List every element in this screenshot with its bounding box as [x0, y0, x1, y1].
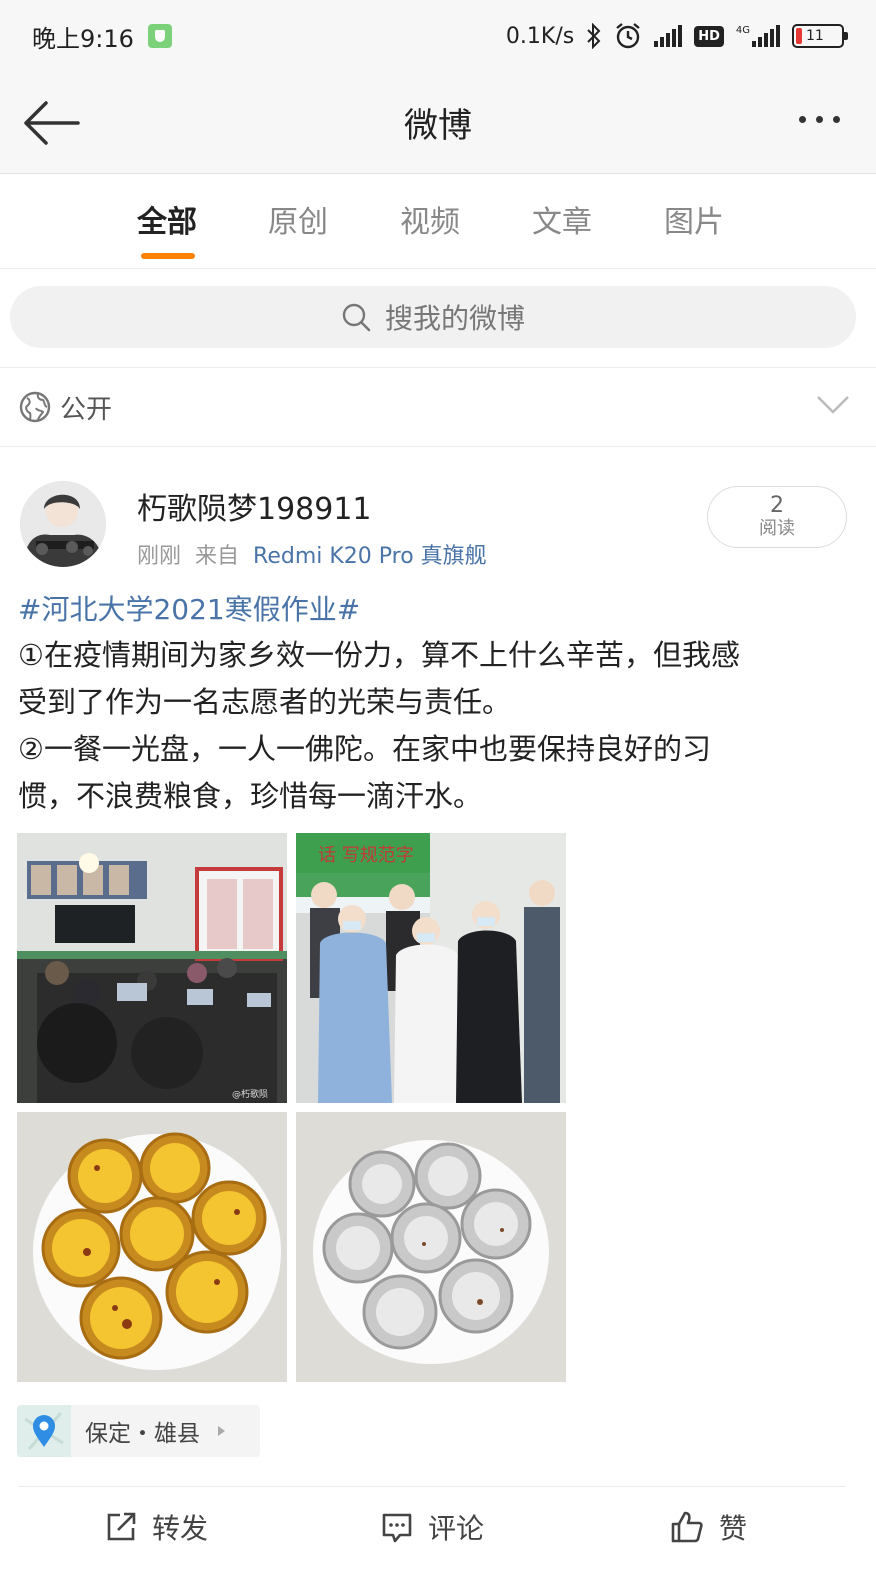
comment-button[interactable]: 评论: [294, 1507, 570, 1547]
tab-pictures[interactable]: 图片: [644, 197, 744, 241]
nav-bar: 微博: [0, 72, 876, 174]
location-pin-icon: [24, 1412, 64, 1450]
post-line: 受到了作为一名志愿者的光荣与责任。: [18, 685, 512, 719]
page-title: 微博: [404, 106, 472, 146]
read-count-badge[interactable]: 2 阅读: [707, 486, 847, 548]
post-actions: 转发 评论 赞: [18, 1486, 846, 1566]
bluetooth-icon: [587, 23, 601, 49]
signal-icon: [654, 25, 683, 47]
post-time: 刚刚: [137, 544, 182, 569]
post-source[interactable]: Redmi K20 Pro 真旗舰: [253, 544, 487, 569]
post-line: ②一餐一光盘，一人一佛陀。在家中也要保持良好的习: [18, 732, 711, 766]
tab-video[interactable]: 视频: [380, 197, 480, 241]
repost-icon: [107, 1512, 136, 1540]
hd-icon: HD: [694, 25, 724, 47]
post-photo-empty-cups[interactable]: [296, 1112, 566, 1382]
read-label: 阅读: [759, 518, 795, 539]
read-count: 2: [770, 493, 784, 518]
post-meta: 刚刚 来自 Redmi K20 Pro 真旗舰: [137, 538, 487, 570]
signal-icon-2: [752, 25, 780, 47]
status-time: 晚上9:16: [32, 24, 134, 53]
location-map-thumb: [17, 1405, 71, 1457]
location-tag[interactable]: 保定・雄县: [17, 1405, 260, 1457]
globe-icon: [19, 391, 51, 423]
post-photo-volunteers[interactable]: 话 写规范字: [296, 833, 566, 1103]
post-line: ①在疫情期间为家乡效一份力，算不上什么辛苦，但我感: [18, 638, 740, 672]
poster-text: 话 写规范字: [318, 845, 414, 866]
search-icon: [342, 303, 371, 332]
tab-all[interactable]: 全部: [117, 197, 217, 241]
shield-icon: [147, 24, 172, 48]
avatar-image: [20, 481, 106, 567]
repost-button[interactable]: 转发: [18, 1507, 294, 1547]
status-bar: 晚上9:16 0.1K/s HD 4G 11: [0, 0, 876, 72]
thumbs-up-icon: [671, 1511, 703, 1542]
post-line: 惯，不浪费粮食，珍惜每一滴汗水。: [18, 779, 483, 813]
chevron-down-icon: [817, 396, 849, 414]
tab-original[interactable]: 原创: [248, 197, 348, 241]
like-button[interactable]: 赞: [570, 1507, 846, 1547]
net-speed: 0.1K/s: [505, 23, 575, 49]
post-from: 来自: [195, 544, 240, 569]
photo-watermark: @朽歌陨: [232, 1088, 268, 1100]
more-dots-icon: [799, 116, 806, 123]
search-input[interactable]: 搜我的微博: [10, 286, 856, 348]
search-placeholder: 搜我的微博: [384, 302, 525, 335]
chevron-right-icon: [218, 1426, 225, 1436]
avatar[interactable]: [20, 481, 106, 567]
location-label: 保定・雄县: [85, 1421, 200, 1447]
battery-icon: 11: [792, 24, 848, 48]
more-options-button[interactable]: [799, 116, 840, 123]
back-button[interactable]: [22, 100, 82, 146]
post-hashtag[interactable]: #河北大学2021寒假作业#: [18, 588, 360, 628]
battery-level: 11: [806, 28, 824, 44]
active-tab-indicator: [141, 253, 195, 259]
back-arrow-icon: [24, 101, 80, 145]
post-username[interactable]: 朽歌陨梦198911: [137, 484, 372, 528]
visibility-selector[interactable]: 公开: [0, 367, 876, 447]
repost-label: 转发: [151, 1511, 208, 1545]
post-text: ①在疫情期间为家乡效一份力，算不上什么辛苦，但我感 受到了作为一名志愿者的光荣与…: [18, 632, 848, 820]
network-type: 4G: [735, 25, 750, 36]
visibility-label: 公开: [60, 394, 113, 425]
post-photo-egg-tarts[interactable]: [17, 1112, 287, 1382]
comment-icon: [382, 1513, 412, 1542]
like-label: 赞: [718, 1511, 747, 1545]
alarm-icon: [616, 23, 640, 49]
filter-tabs: 全部 原创 视频 文章 图片: [0, 175, 876, 269]
comment-label: 评论: [427, 1511, 484, 1545]
tab-article[interactable]: 文章: [512, 197, 612, 241]
post-photo-classroom[interactable]: @朽歌陨: [17, 833, 287, 1103]
